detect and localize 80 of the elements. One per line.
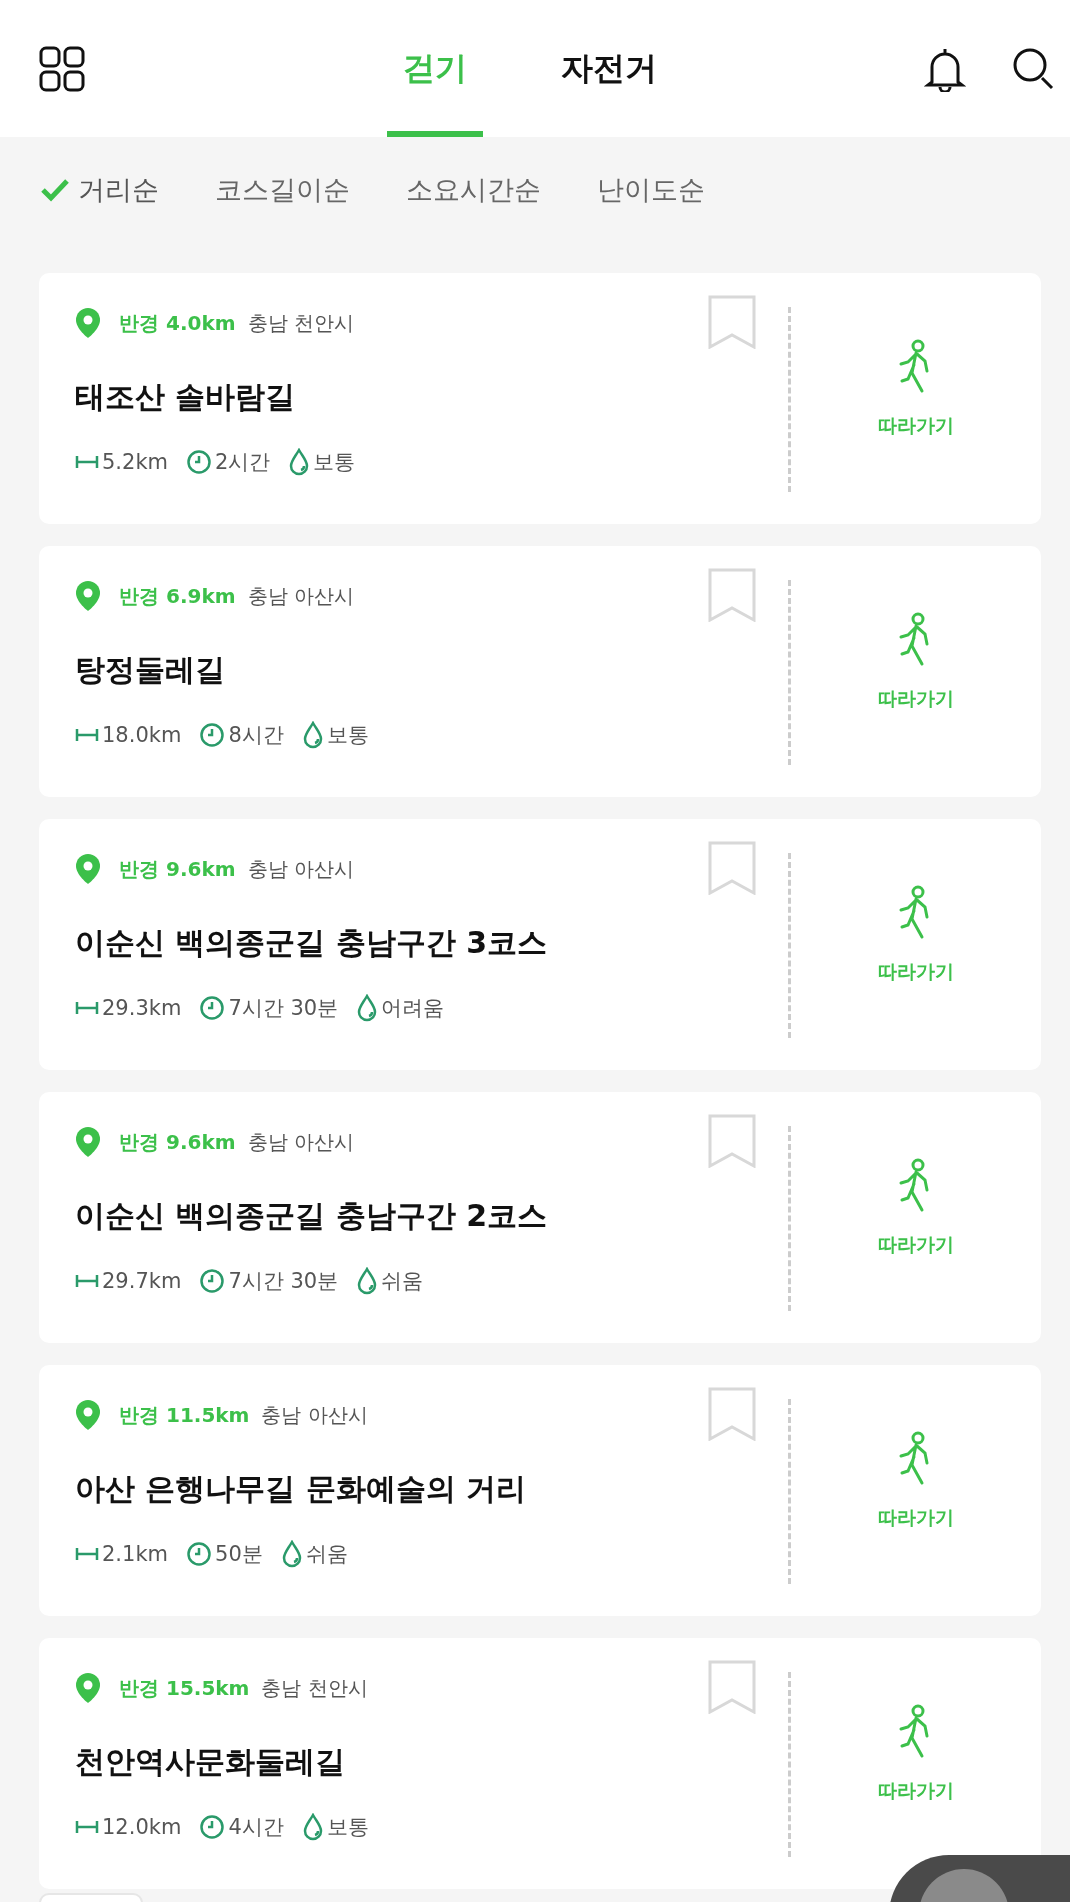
course-card[interactable]: 반경 9.6km 충남 아산시 이순신 백의종군길 충남구간 3코스 29.3km 7시간 30분 어려움 따라가기	[39, 819, 1041, 1070]
length-icon	[75, 1819, 99, 1835]
course-duration: 7시간 30분	[228, 995, 339, 1022]
menu-icon[interactable]	[39, 45, 85, 92]
course-title: 태조산 솔바람길	[75, 378, 297, 416]
course-difficulty: 어려움	[381, 995, 445, 1022]
bookmark-button[interactable]	[708, 568, 756, 622]
course-difficulty: 보통	[313, 449, 356, 476]
course-title: 탕정둘레길	[75, 651, 226, 689]
bookmark-button[interactable]	[708, 1660, 756, 1714]
course-card[interactable]: 반경 6.9km 충남 아산시 탕정둘레길 18.0km 8시간 보통 따라가기	[39, 546, 1041, 797]
radius-distance: 반경 9.6km	[119, 855, 236, 883]
length-icon	[75, 1273, 99, 1289]
location-pin-icon	[75, 853, 101, 885]
radius-distance: 반경 6.9km	[119, 582, 236, 610]
drop-icon	[280, 1540, 303, 1568]
sort-option[interactable]: 코스길이순	[211, 168, 354, 212]
course-duration: 2시간	[215, 449, 271, 476]
radius-distance: 반경 9.6km	[119, 1128, 236, 1156]
length-icon	[75, 727, 99, 743]
bookmark-button[interactable]	[708, 1387, 756, 1441]
tab[interactable]: 자전거	[545, 0, 673, 137]
location-pin-icon	[75, 580, 101, 612]
drop-icon	[301, 721, 324, 749]
clock-icon	[199, 722, 226, 748]
length-icon	[75, 1000, 99, 1016]
course-card[interactable]: 반경 9.6km 충남 아산시 이순신 백의종군길 충남구간 2코스 29.7km 7시간 30분 쉬움 따라가기	[39, 1092, 1041, 1343]
course-difficulty: 쉬움	[381, 1268, 424, 1295]
clock-icon	[186, 1541, 212, 1567]
course-length: 12.0km	[102, 1815, 182, 1839]
bookmark-button[interactable]	[708, 841, 756, 895]
course-card[interactable]: 반경 15.5km 충남 천안시 천안역사문화둘레길 12.0km 4시간 보통 따라가기	[39, 1638, 1041, 1889]
course-duration: 4시간	[228, 1814, 284, 1841]
course-length: 18.0km	[102, 723, 182, 747]
search-icon[interactable]	[1012, 46, 1056, 91]
region-label: 충남 아산시	[247, 855, 354, 883]
radius-distance: 반경 15.5km	[119, 1674, 250, 1702]
course-card[interactable]: 반경 4.0km 충남 천안시 태조산 솔바람길 5.2km 2시간 보통 따라가기	[39, 273, 1041, 524]
course-title: 이순신 백의종군길 충남구간 2코스	[75, 1197, 549, 1235]
course-duration: 7시간 30분	[228, 1268, 339, 1295]
length-icon	[75, 454, 99, 470]
course-title: 이순신 백의종군길 충남구간 3코스	[75, 924, 549, 962]
radius-distance: 반경 11.5km	[119, 1401, 250, 1429]
location-pin-icon	[75, 1126, 101, 1158]
length-icon	[75, 1546, 99, 1562]
clock-icon	[199, 1814, 226, 1840]
location-pin-icon	[75, 1672, 101, 1704]
bookmark-button[interactable]	[708, 295, 756, 349]
location-pin-icon	[75, 1399, 101, 1431]
sort-option[interactable]: 소요시간순	[402, 168, 545, 212]
region-label: 충남 아산시	[247, 582, 354, 610]
clock-icon	[199, 995, 226, 1021]
sort-option[interactable]: 난이도순	[593, 168, 709, 212]
radius-distance: 반경 4.0km	[119, 309, 236, 337]
region-label: 충남 아산시	[261, 1401, 368, 1429]
course-duration: 8시간	[228, 722, 284, 749]
course-difficulty: 보통	[326, 722, 369, 749]
region-label: 충남 아산시	[247, 1128, 354, 1156]
sort-option[interactable]: 거리순	[36, 168, 163, 212]
course-title: 아산 은행나무길 문화예술의 거리	[75, 1470, 528, 1508]
course-card[interactable]: 반경 11.5km 충남 아산시 아산 은행나무길 문화예술의 거리 2.1km 50분 쉬움 따라가기	[39, 1365, 1041, 1616]
course-difficulty: 보통	[326, 1814, 369, 1841]
course-duration: 50분	[215, 1541, 263, 1568]
region-label: 충남 천안시	[247, 309, 354, 337]
drop-icon	[301, 1813, 324, 1841]
drop-icon	[288, 448, 311, 476]
location-pin-icon	[75, 307, 101, 339]
drop-icon	[356, 994, 379, 1022]
course-length: 29.7km	[102, 1269, 182, 1293]
course-difficulty: 쉬움	[305, 1541, 348, 1568]
region-label: 충남 천안시	[261, 1674, 368, 1702]
bookmark-button[interactable]	[708, 1114, 756, 1168]
course-length: 29.3km	[102, 996, 182, 1020]
check-icon	[40, 178, 70, 202]
drop-icon	[356, 1267, 379, 1295]
clock-icon	[186, 449, 212, 475]
course-length: 2.1km	[102, 1542, 168, 1566]
course-length: 5.2km	[102, 450, 168, 474]
course-title: 천안역사문화둘레길	[75, 1743, 346, 1781]
clock-icon	[199, 1268, 226, 1294]
